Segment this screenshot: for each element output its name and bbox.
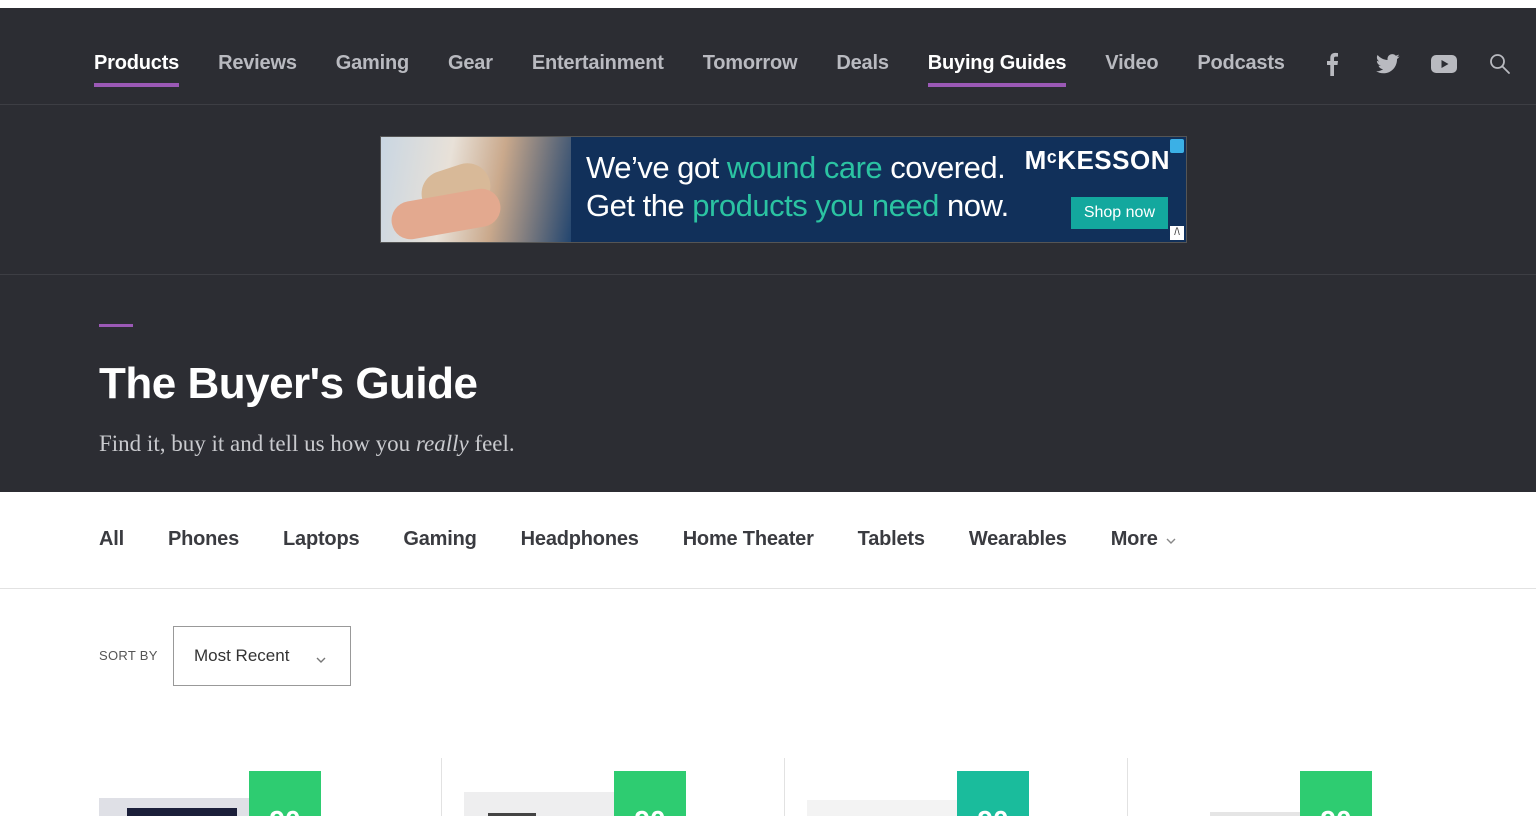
ad-line-1: We’ve got wound care covered.: [586, 149, 1009, 187]
category-home-theater[interactable]: Home Theater: [683, 528, 814, 551]
top-strip: [0, 0, 1536, 8]
facebook-icon[interactable]: [1318, 50, 1346, 78]
ad-line-2: Get the products you need now.: [586, 187, 1009, 225]
score-value: 90: [977, 805, 1009, 836]
ad-line2-pre: Get the: [586, 188, 693, 223]
ad-headline: We’ve got wound care covered. Get the pr…: [586, 149, 1009, 225]
nav-item-buying-guides[interactable]: Buying Guides: [927, 52, 1066, 87]
category-more-label: More: [1110, 528, 1158, 550]
chevron-down-icon: [1166, 528, 1176, 551]
main-nav: Products Reviews Gaming Gear Entertainme…: [0, 8, 1536, 105]
product-card[interactable]: 90: [1150, 758, 1450, 836]
product-card[interactable]: 90: [464, 758, 764, 836]
category-list: All Phones Laptops Gaming Headphones Hom…: [99, 528, 1220, 551]
subtitle-pre: Find it, buy it and tell us how you: [99, 431, 416, 456]
nav-item-entertainment[interactable]: Entertainment: [532, 52, 664, 75]
sort-bar: SORT BY Most Recent: [0, 589, 1536, 759]
card-divider: [441, 758, 442, 816]
category-tablets[interactable]: Tablets: [858, 528, 925, 551]
thumbnail-screen: [127, 808, 237, 816]
search-icon[interactable]: [1486, 50, 1514, 78]
ad-line2-highlight: products you need: [692, 188, 939, 223]
card-divider: [784, 758, 785, 816]
score-value: 90: [634, 805, 666, 836]
nav-item-deals[interactable]: Deals: [836, 52, 889, 75]
category-headphones[interactable]: Headphones: [521, 528, 639, 551]
product-thumbnail: [464, 792, 624, 816]
nav-item-products[interactable]: Products: [94, 52, 179, 87]
ad-brand-logo: MᶜKESSON: [1024, 145, 1170, 175]
score-badge: 90: [614, 771, 686, 836]
nav-item-gear[interactable]: Gear: [448, 52, 493, 75]
product-thumbnail: [99, 798, 259, 816]
category-nav: All Phones Laptops Gaming Headphones Hom…: [0, 492, 1536, 589]
score-badge: 90: [957, 771, 1029, 836]
score-badge: 90: [1300, 771, 1372, 836]
category-laptops[interactable]: Laptops: [283, 528, 360, 551]
ad-zone: We’ve got wound care covered. Get the pr…: [0, 105, 1536, 275]
nav-item-gaming[interactable]: Gaming: [336, 52, 409, 75]
product-thumbnail: [1210, 812, 1300, 816]
category-gaming[interactable]: Gaming: [403, 528, 476, 551]
ad-line1-highlight: wound care: [726, 150, 883, 185]
subtitle-emphasis: really: [415, 431, 469, 456]
social-icons: [1290, 50, 1514, 78]
category-all[interactable]: All: [99, 528, 124, 551]
hero: The Buyer's Guide Find it, buy it and te…: [0, 275, 1536, 492]
score-badge: 90: [249, 771, 321, 836]
hero-accent-bar: [99, 324, 133, 327]
score-value: 90: [1320, 805, 1352, 836]
page-subtitle: Find it, buy it and tell us how you real…: [99, 431, 515, 457]
category-more[interactable]: More: [1111, 528, 1176, 551]
adchoices-icon[interactable]: [1170, 139, 1184, 153]
product-cards: 90 90 90 90: [0, 758, 1536, 836]
chevron-down-icon: [316, 649, 326, 669]
sort-select[interactable]: Most Recent: [173, 626, 351, 686]
product-thumbnail: [807, 800, 967, 816]
page-title: The Buyer's Guide: [99, 359, 478, 408]
category-wearables[interactable]: Wearables: [969, 528, 1067, 551]
sort-selected-value: Most Recent: [194, 646, 290, 665]
score-value: 90: [269, 805, 301, 836]
category-phones[interactable]: Phones: [168, 528, 239, 551]
ad-close-icon[interactable]: /\: [1170, 226, 1184, 240]
header: Products Reviews Gaming Gear Entertainme…: [0, 8, 1536, 492]
ad-shop-now-button[interactable]: Shop now: [1070, 197, 1168, 229]
advertisement-banner[interactable]: We’ve got wound care covered. Get the pr…: [380, 136, 1187, 243]
ad-line1-post: covered.: [882, 150, 1006, 185]
nav-item-podcasts[interactable]: Podcasts: [1197, 52, 1285, 75]
ad-photo: [381, 137, 571, 242]
nav-item-tomorrow[interactable]: Tomorrow: [703, 52, 798, 75]
card-divider: [1127, 758, 1128, 816]
ad-line1-pre: We’ve got: [586, 150, 727, 185]
subtitle-post: feel.: [468, 431, 515, 456]
hand-shape: [388, 185, 504, 242]
ad-line2-post: now.: [938, 188, 1009, 223]
product-card[interactable]: 90: [807, 758, 1107, 836]
nav-item-video[interactable]: Video: [1105, 52, 1158, 75]
sort-label: SORT BY: [99, 648, 158, 663]
twitter-icon[interactable]: [1374, 50, 1402, 78]
product-card[interactable]: 90: [99, 758, 419, 836]
youtube-icon[interactable]: [1430, 50, 1458, 78]
nav-items: Products Reviews Gaming Gear Entertainme…: [94, 52, 1324, 87]
nav-item-reviews[interactable]: Reviews: [218, 52, 297, 75]
